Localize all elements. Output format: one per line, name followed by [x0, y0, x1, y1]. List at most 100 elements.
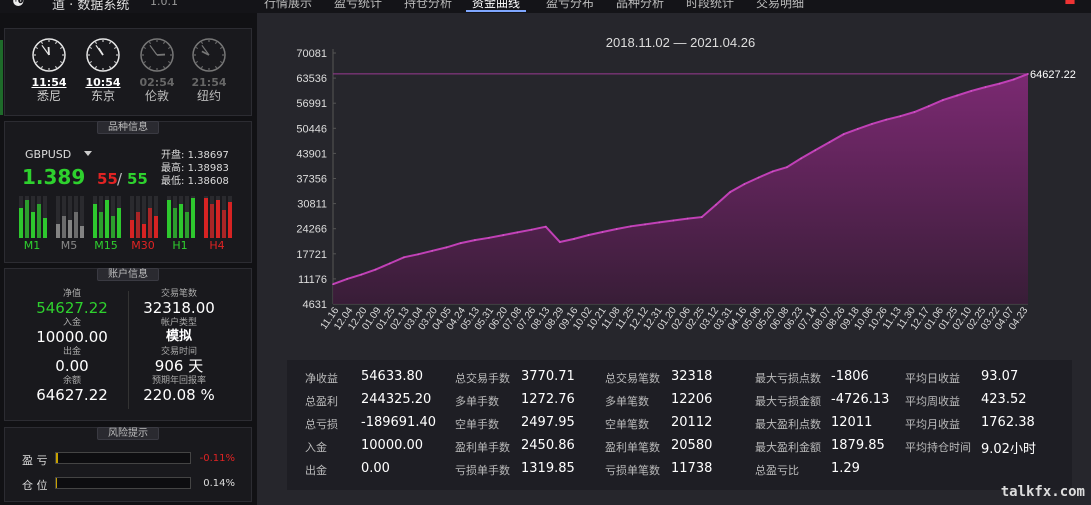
- equity-point: [672, 219, 675, 222]
- stat-value: 1.29: [831, 461, 860, 476]
- panel-title: 品种信息: [97, 121, 159, 134]
- timeframe-label[interactable]: M15: [91, 239, 121, 252]
- tab-5[interactable]: 品种分析: [610, 0, 670, 12]
- withdraw-block: 出金 0.00: [22, 347, 122, 375]
- pl-bar: [55, 452, 191, 464]
- spread-right: 55: [127, 170, 148, 188]
- spread-left: 55: [97, 170, 118, 188]
- equity-point: [502, 234, 505, 236]
- balance-value: 64627.22: [36, 386, 108, 404]
- tab-2[interactable]: 持仓分析: [398, 0, 458, 12]
- stat-item: 平均周收益 423.52: [905, 392, 1050, 413]
- last-value-label: 64627.22: [1030, 69, 1076, 81]
- equity-point: [530, 228, 533, 231]
- stat-item: 净收益 54633.80: [305, 369, 450, 390]
- y-tick-label: 50446: [296, 123, 327, 135]
- chevron-down-icon[interactable]: [84, 151, 92, 156]
- equity-point: [800, 157, 802, 160]
- spread-separator: /: [117, 170, 123, 188]
- account-type-block: 帐户类型 模拟: [129, 318, 229, 346]
- equity-point: [573, 238, 575, 240]
- timeframe-bar-m30: [130, 196, 158, 238]
- stat-label: 盈利单笔数: [605, 441, 660, 454]
- close-icon[interactable]: ▬: [1059, 0, 1081, 10]
- clock-2: 02:54 伦敦: [135, 37, 179, 104]
- symbol-select[interactable]: GBPUSD: [25, 148, 71, 161]
- chart-title: 2018.11.02 — 2021.04.26: [606, 35, 755, 50]
- world-clock-panel: 11:54 悉尼 10:54 东京 02:54 伦敦 21:54 纽约: [4, 28, 252, 116]
- stat-item: 亏损单手数 1319.85: [455, 461, 600, 482]
- tab-4[interactable]: 盈亏分布: [540, 0, 600, 12]
- stat-value: 1272.76: [521, 392, 575, 407]
- equity-point: [615, 228, 618, 230]
- stat-label: 最大亏损点数: [755, 372, 821, 385]
- equity-chart: 2018.11.02 — 2021.04.26 70081 63536 56991 50…: [296, 35, 1076, 332]
- equity-point: [431, 250, 434, 252]
- position-bar-fill: [56, 478, 57, 488]
- equity-point: [360, 273, 363, 276]
- stat-value: 11738: [671, 461, 713, 476]
- stat-item: 总交易笔数 32318: [605, 369, 750, 390]
- timeframe-bar-m1: [19, 196, 47, 238]
- clock-0: 11:54 悉尼: [27, 37, 71, 104]
- stat-value: 12206: [671, 392, 713, 407]
- stat-label: 空单笔数: [605, 418, 649, 431]
- tab-0[interactable]: 行情展示: [258, 0, 318, 12]
- stat-value: 20112: [671, 415, 713, 430]
- clock-time: 11:54: [31, 76, 67, 89]
- timeframe-label[interactable]: M30: [128, 239, 158, 252]
- stat-label: 多单手数: [455, 395, 499, 408]
- equity-point: [1013, 78, 1015, 81]
- watermark: talkfx.com: [1000, 484, 1085, 500]
- stat-value: 423.52: [981, 392, 1027, 407]
- y-tick-label: 4631: [303, 299, 327, 311]
- tab-3[interactable]: 资金曲线: [466, 0, 527, 12]
- position-label: 仓 位: [22, 479, 48, 492]
- stat-label: 总交易笔数: [605, 372, 660, 385]
- app-title: 道 · 数据系统: [52, 0, 130, 13]
- y-tick-label: 37356: [296, 174, 327, 186]
- clock-city: 悉尼: [36, 89, 61, 103]
- timeframe-bar-h4: [204, 196, 232, 238]
- timeframe-label[interactable]: H4: [202, 239, 232, 252]
- stat-item: 盈利单笔数 20580: [605, 438, 750, 459]
- timeframe-label[interactable]: H1: [165, 239, 195, 252]
- stat-label: 出金: [305, 464, 327, 477]
- timeframe-label[interactable]: M5: [54, 239, 84, 252]
- top-bar: ☯ 道 · 数据系统 1.0.1 行情展示 盈亏统计 持仓分析 资金曲线 盈亏分布 品种分…: [0, 0, 1091, 13]
- equity-point: [630, 225, 632, 228]
- stat-value: 10000.00: [361, 438, 424, 453]
- tab-6[interactable]: 时段统计: [680, 0, 740, 12]
- stat-item: 平均持仓时间 9.02小时: [905, 439, 1050, 459]
- stat-item: 最大亏损点数 -1806: [755, 369, 900, 390]
- pl-label: 盈 亏: [22, 454, 48, 467]
- stat-item: 总亏损 -189691.40: [305, 415, 450, 436]
- tab-7[interactable]: 交易明细: [750, 0, 810, 12]
- stat-value: 93.07: [981, 369, 1019, 384]
- tab-1[interactable]: 盈亏统计: [328, 0, 388, 12]
- timeframe-label[interactable]: M1: [17, 239, 47, 252]
- equity-point: [956, 94, 958, 97]
- stat-value: 1879.85: [831, 438, 885, 453]
- left-edge-strip: [0, 40, 3, 115]
- stat-label: 最大盈利点数: [755, 418, 821, 431]
- stat-value: 12011: [831, 415, 873, 430]
- equity-point: [459, 242, 462, 244]
- trades-value: 32318.00: [143, 299, 215, 317]
- stat-value: 9.02小时: [981, 442, 1036, 457]
- equity-point: [686, 217, 689, 220]
- equity-point: [998, 82, 1001, 85]
- low-price: 最低: 1.38608: [161, 176, 229, 187]
- trades-block: 交易笔数 32318.00: [129, 289, 229, 317]
- equity-point: [970, 90, 973, 92]
- equity-point: [374, 268, 377, 271]
- equity-point: [828, 141, 831, 144]
- equity-point: [729, 191, 731, 193]
- clock-time: 21:54: [191, 76, 227, 89]
- y-tick-label: 43901: [296, 148, 327, 160]
- equity-point: [927, 105, 930, 108]
- stat-label: 多单笔数: [605, 395, 649, 408]
- equity-point: [700, 216, 703, 218]
- equity-curve-panel: 2018.11.02 — 2021.04.26 70081 63536 56991 50…: [257, 13, 1091, 505]
- stat-item: 总盈亏比 1.29: [755, 461, 900, 482]
